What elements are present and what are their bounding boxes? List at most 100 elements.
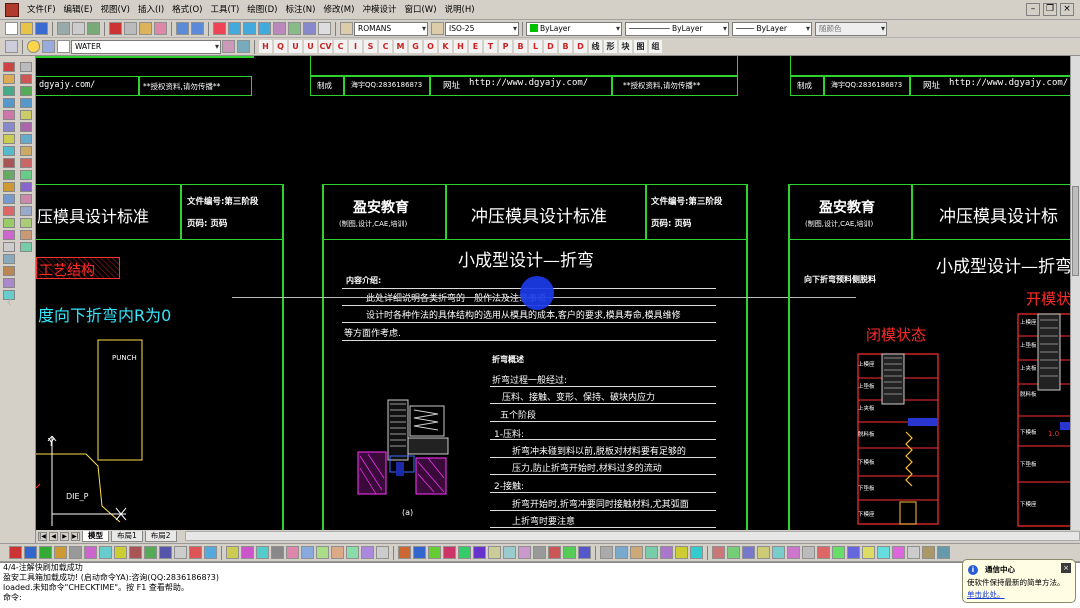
tool-chip-24[interactable]: 形 bbox=[604, 40, 617, 53]
open-file-icon[interactable] bbox=[20, 22, 33, 35]
bottom-tool-60-icon[interactable] bbox=[922, 546, 935, 559]
bottom-tool-1-icon[interactable] bbox=[9, 546, 22, 559]
bottom-tool-19-icon[interactable] bbox=[286, 546, 299, 559]
help-icon[interactable] bbox=[318, 22, 331, 35]
text-style-select[interactable]: ROMANS bbox=[354, 21, 428, 36]
copy-object-icon[interactable] bbox=[20, 74, 32, 84]
bottom-tool-41-icon[interactable] bbox=[630, 546, 643, 559]
command-window[interactable]: 4/4-注解快刷加载成功 盈安工具箱加载成功! (启动命令YA):咨询(QQ:2… bbox=[0, 562, 1080, 608]
menu-dimension[interactable]: 标注(N) bbox=[281, 0, 319, 20]
tool-chip-14[interactable]: H bbox=[454, 40, 467, 53]
bottom-tool-25-icon[interactable] bbox=[376, 546, 389, 559]
horizontal-scrollbar[interactable] bbox=[184, 531, 1080, 541]
app-icon[interactable] bbox=[5, 2, 19, 17]
extend-icon[interactable] bbox=[20, 182, 32, 192]
bottom-tool-10-icon[interactable] bbox=[144, 546, 157, 559]
bottom-tool-58-icon[interactable] bbox=[892, 546, 905, 559]
menu-die-design[interactable]: 冲模设计 bbox=[358, 0, 400, 20]
bottom-tool-29-icon[interactable] bbox=[443, 546, 456, 559]
tab-model[interactable]: 模型 bbox=[82, 530, 109, 542]
tab-last-icon[interactable]: ▶| bbox=[71, 531, 80, 541]
command-prompt[interactable]: 命令: bbox=[3, 593, 1080, 603]
layer-previous-icon[interactable] bbox=[237, 40, 250, 53]
bottom-tool-48-icon[interactable] bbox=[742, 546, 755, 559]
tool-chip-6[interactable]: C bbox=[334, 40, 347, 53]
bottom-tool-30-icon[interactable] bbox=[458, 546, 471, 559]
plot-style-select[interactable]: 随颜色 bbox=[815, 21, 887, 36]
rectangle-icon[interactable] bbox=[3, 110, 15, 120]
notification-close-icon[interactable]: × bbox=[1061, 563, 1071, 573]
construction-line-icon[interactable] bbox=[3, 74, 15, 84]
close-icon[interactable]: × bbox=[1060, 3, 1074, 16]
redo-icon[interactable] bbox=[191, 22, 204, 35]
point-icon[interactable] bbox=[3, 194, 15, 204]
menu-format[interactable]: 格式(O) bbox=[168, 0, 206, 20]
bottom-tool-28-icon[interactable] bbox=[428, 546, 441, 559]
bottom-tool-34-icon[interactable] bbox=[518, 546, 531, 559]
offset-icon[interactable] bbox=[20, 98, 32, 108]
drawing-canvas[interactable]: dgyajy.com/ **授权资料,请勿传播** 制成 海宇QQ:283618… bbox=[36, 56, 1080, 530]
fillet-icon[interactable] bbox=[20, 230, 32, 240]
linetype-select[interactable]: ───────── ByLayer bbox=[625, 21, 729, 36]
bottom-tool-21-icon[interactable] bbox=[316, 546, 329, 559]
menu-edit[interactable]: 编辑(E) bbox=[60, 0, 97, 20]
ellipse-icon[interactable] bbox=[3, 158, 15, 168]
bottom-tool-22-icon[interactable] bbox=[331, 546, 344, 559]
bottom-tool-2-icon[interactable] bbox=[24, 546, 37, 559]
text-style-icon[interactable] bbox=[340, 22, 353, 35]
tool-chip-20[interactable]: D bbox=[544, 40, 557, 53]
stretch-icon[interactable] bbox=[20, 158, 32, 168]
new-file-icon[interactable] bbox=[5, 22, 18, 35]
tool-chip-8[interactable]: S bbox=[364, 40, 377, 53]
bottom-tool-23-icon[interactable] bbox=[346, 546, 359, 559]
bottom-tool-53-icon[interactable] bbox=[817, 546, 830, 559]
table-icon[interactable] bbox=[3, 230, 15, 240]
color-select[interactable]: ByLayer bbox=[526, 21, 622, 36]
bottom-tool-42-icon[interactable] bbox=[645, 546, 658, 559]
bottom-tool-50-icon[interactable] bbox=[772, 546, 785, 559]
bottom-tool-7-icon[interactable] bbox=[99, 546, 112, 559]
bottom-tool-55-icon[interactable] bbox=[847, 546, 860, 559]
tool-chip-9[interactable]: C bbox=[379, 40, 392, 53]
print-icon[interactable] bbox=[57, 22, 70, 35]
bottom-tool-59-icon[interactable] bbox=[907, 546, 920, 559]
bottom-tool-5-icon[interactable] bbox=[69, 546, 82, 559]
menu-tools[interactable]: 工具(T) bbox=[206, 0, 243, 20]
properties-icon[interactable] bbox=[273, 22, 286, 35]
bottom-tool-27-icon[interactable] bbox=[413, 546, 426, 559]
bottom-tool-24-icon[interactable] bbox=[361, 546, 374, 559]
tool-chip-4[interactable]: U bbox=[304, 40, 317, 53]
tool-chip-11[interactable]: G bbox=[409, 40, 422, 53]
line-icon[interactable] bbox=[3, 62, 15, 72]
pan-icon[interactable] bbox=[213, 22, 226, 35]
bottom-tool-44-icon[interactable] bbox=[675, 546, 688, 559]
bottom-tool-47-icon[interactable] bbox=[727, 546, 740, 559]
tab-prev-icon[interactable]: ◀ bbox=[49, 531, 58, 541]
bottom-tool-8-icon[interactable] bbox=[114, 546, 127, 559]
vertical-scroll-thumb[interactable] bbox=[1072, 186, 1079, 276]
bottom-tool-17-icon[interactable] bbox=[256, 546, 269, 559]
tool-chip-26[interactable]: 图 bbox=[634, 40, 647, 53]
polyline-icon[interactable] bbox=[3, 86, 15, 96]
erase-icon[interactable] bbox=[20, 62, 32, 72]
bottom-tool-31-icon[interactable] bbox=[473, 546, 486, 559]
insert-block-icon[interactable] bbox=[3, 170, 15, 180]
bottom-tool-57-icon[interactable] bbox=[877, 546, 890, 559]
boundary-icon[interactable] bbox=[3, 266, 15, 276]
tool-chip-13[interactable]: K bbox=[439, 40, 452, 53]
tool-chip-15[interactable]: E bbox=[469, 40, 482, 53]
spline-icon[interactable] bbox=[3, 146, 15, 156]
scale-icon[interactable] bbox=[20, 146, 32, 156]
collapse-arrow-icon[interactable]: ‹ bbox=[6, 292, 12, 311]
paste-icon[interactable] bbox=[139, 22, 152, 35]
bottom-tool-39-icon[interactable] bbox=[600, 546, 613, 559]
match-properties-icon[interactable] bbox=[154, 22, 167, 35]
bottom-tool-3-icon[interactable] bbox=[39, 546, 52, 559]
tool-chip-5[interactable]: CV bbox=[319, 40, 332, 53]
tool-chip-22[interactable]: D bbox=[574, 40, 587, 53]
dim-style-icon[interactable] bbox=[431, 22, 444, 35]
copy-icon[interactable] bbox=[124, 22, 137, 35]
tool-palette-icon[interactable] bbox=[303, 22, 316, 35]
tab-next-icon[interactable]: ▶ bbox=[60, 531, 69, 541]
layer-manager-icon[interactable] bbox=[5, 40, 18, 53]
